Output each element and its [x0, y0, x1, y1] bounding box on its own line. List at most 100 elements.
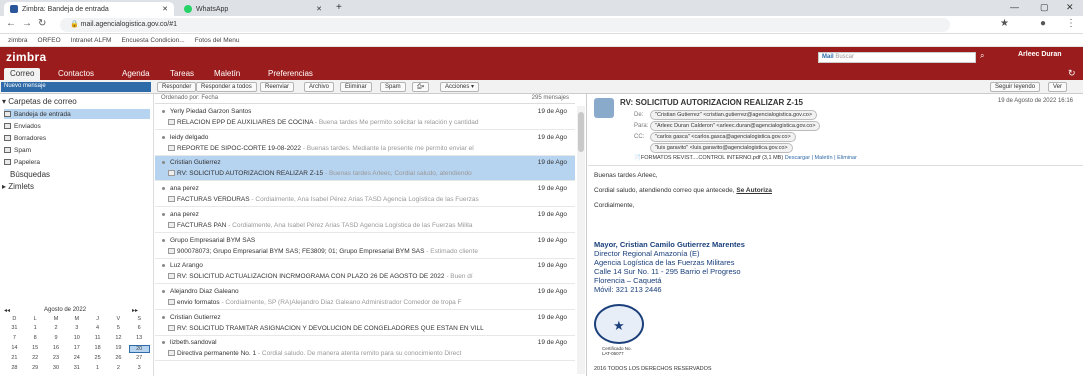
reload-icon[interactable]: ↻ [38, 18, 46, 29]
new-message-button[interactable]: Nuevo mensaje [1, 82, 151, 92]
cc-address[interactable]: "luis garavito" <luis.garavito@agencialo… [650, 143, 793, 153]
tab-tareas[interactable]: Tareas [164, 68, 200, 80]
maximize-icon[interactable]: ▢ [1040, 2, 1049, 13]
reply-all-button[interactable]: Responder a todos [196, 82, 257, 92]
cal-day[interactable]: 2 [108, 365, 129, 371]
cc-address[interactable]: "carlos gasca" <carlos.gasca@agencialogi… [650, 132, 796, 142]
bookmark-orfeo[interactable]: ORFEO [38, 37, 61, 44]
folder-inbox[interactable]: Bandeja de entrada [4, 109, 150, 119]
bookmark-encuesta[interactable]: Encuesta Condicion... [121, 37, 184, 44]
reading-button[interactable]: Seguir leyendo [990, 82, 1041, 92]
list-item[interactable]: Yerly Piedad Garzon Santos 19 de Ago RELAC… [155, 105, 575, 130]
cal-day[interactable]: 31 [66, 365, 87, 371]
cal-day[interactable]: 31 [4, 325, 25, 331]
minimize-icon[interactable]: — [1010, 2, 1019, 12]
cal-day[interactable]: 27 [129, 355, 150, 361]
cal-day[interactable]: 12 [108, 335, 129, 341]
tab-correo[interactable]: Correo [4, 68, 41, 80]
list-scrollbar[interactable] [577, 106, 585, 374]
tab-contactos[interactable]: Contactos [52, 68, 100, 80]
cal-day[interactable]: 26 [108, 355, 129, 361]
cal-day[interactable]: 1 [87, 365, 108, 371]
list-item[interactable]: leidy delgado 19 de Ago REPORTE DE SIPOC-C… [155, 131, 575, 156]
cal-day[interactable]: 15 [25, 345, 46, 353]
list-item[interactable]: ana perez 19 de Ago FACTURAS VERDURAS - Co… [155, 182, 575, 208]
forward-icon[interactable]: → [22, 18, 32, 29]
cal-day[interactable]: 3 [129, 365, 150, 371]
folder-trash[interactable]: Papelera [4, 157, 150, 167]
attachment-name[interactable]: FORMATOS REVIST....CONTROL INTERNO.pdf (… [641, 155, 783, 161]
view-button[interactable]: Ver [1048, 82, 1068, 92]
cal-day[interactable]: 16 [46, 345, 67, 353]
cal-day[interactable]: 11 [87, 335, 108, 341]
window-close-icon[interactable]: ✕ [1066, 2, 1074, 13]
cal-day[interactable]: 25 [87, 355, 108, 361]
search-input[interactable]: Mail Buscar [818, 52, 976, 63]
list-item[interactable]: Cristian Gutierrez 19 de Ago RV: SOLICITUD… [155, 311, 575, 336]
cal-day[interactable]: 8 [25, 335, 46, 341]
refresh-icon[interactable]: ↻ [1068, 68, 1076, 79]
list-item[interactable]: Alejandro Diaz Galeano 19 de Ago envio for… [155, 285, 575, 310]
cal-day[interactable]: 13 [129, 335, 150, 341]
cal-day[interactable]: 17 [66, 345, 87, 353]
cal-day[interactable]: 5 [108, 325, 129, 331]
scroll-thumb[interactable] [578, 112, 584, 152]
tab-maletin[interactable]: Maletín [208, 68, 246, 80]
cal-day[interactable]: 24 [66, 355, 87, 361]
cal-day[interactable]: 1 [25, 325, 46, 331]
new-tab-icon[interactable]: + [336, 2, 342, 13]
cal-day[interactable]: 3 [66, 325, 87, 331]
list-item[interactable]: ana perez 19 de Ago FACTURAS PAN - Cordial… [155, 208, 575, 233]
browser-tab-zimbra[interactable]: Zimbra: Bandeja de entrada ✕ [4, 2, 174, 16]
cal-day[interactable]: 7 [4, 335, 25, 341]
folder-sent[interactable]: Enviados [4, 121, 150, 131]
attachment-links[interactable]: Descargar | Maletín | Eliminar [785, 155, 857, 161]
menu-icon[interactable]: ⋮ [1066, 18, 1076, 29]
bookmark-intranet[interactable]: Intranet ALFM [71, 37, 112, 44]
cal-day[interactable]: 23 [46, 355, 67, 361]
cal-day[interactable]: 2 [46, 325, 67, 331]
reply-button[interactable]: Responder [157, 82, 197, 92]
url-input[interactable]: 🔒 mail.agencialogistica.gov.co/#1 [60, 18, 950, 32]
close-icon[interactable]: ✕ [316, 5, 322, 13]
cal-day[interactable]: 14 [4, 345, 25, 353]
folder-spam[interactable]: Spam [4, 145, 150, 155]
list-item[interactable]: Cristian Gutierrez 19 de Ago RV: SOLICITUD… [155, 156, 575, 182]
tab-agenda[interactable]: Agenda [116, 68, 156, 80]
cal-day[interactable]: 30 [46, 365, 67, 371]
sort-label[interactable]: Ordenado por: Fecha [161, 95, 218, 101]
from-address[interactable]: "Cristian Gutierrez" <cristian.gutierrez… [650, 110, 818, 120]
search-icon[interactable]: ⌕ [980, 51, 984, 61]
cal-next-icon[interactable]: ▸▸ [132, 307, 138, 314]
cal-day[interactable]: 22 [25, 355, 46, 361]
actions-button[interactable]: Acciones ▾ [440, 82, 480, 92]
to-address[interactable]: "Arleec Duran Calderon" <arleec.duran@ag… [650, 121, 821, 131]
back-icon[interactable]: ← [6, 18, 16, 29]
cal-day[interactable]: 21 [4, 355, 25, 361]
archive-button[interactable]: Archivo [304, 82, 335, 92]
browser-tab-whatsapp[interactable]: WhatsApp ✕ [178, 2, 328, 16]
cal-day[interactable]: 4 [87, 325, 108, 331]
cal-day[interactable]: 10 [66, 335, 87, 341]
profile-icon[interactable]: ● [1040, 18, 1046, 29]
bookmark-fotos[interactable]: Fotos del Menu [195, 37, 240, 44]
folder-drafts[interactable]: Borradores [4, 133, 150, 143]
search-scope[interactable]: Mail [822, 54, 834, 60]
cal-day[interactable]: 20 [128, 345, 150, 353]
star-icon[interactable]: ★ [1000, 18, 1009, 29]
cal-day[interactable]: 19 [108, 345, 129, 353]
searches-header[interactable]: Búsquedas [10, 170, 50, 179]
forward-button[interactable]: Reenviar [260, 82, 295, 92]
list-item[interactable]: Luz Arango 19 de Ago RV: SOLICITUD ACTUALI… [155, 259, 575, 285]
delete-button[interactable]: Eliminar [340, 82, 372, 92]
cal-day[interactable]: 18 [87, 345, 108, 353]
bookmark-zimbra[interactable]: zimbra [8, 37, 28, 44]
list-item[interactable]: lizbeth.sandoval 19 de Ago Directiva perma… [155, 336, 575, 362]
spam-button[interactable]: Spam [380, 82, 406, 92]
mail-folders-header[interactable]: ▾ Carpetas de correo [2, 97, 77, 106]
cal-day[interactable]: 9 [46, 335, 67, 341]
close-icon[interactable]: ✕ [162, 5, 168, 13]
cal-day[interactable]: 29 [25, 365, 46, 371]
user-menu[interactable]: Arleec Duran [1018, 51, 1062, 58]
cal-day[interactable]: 28 [4, 365, 25, 371]
